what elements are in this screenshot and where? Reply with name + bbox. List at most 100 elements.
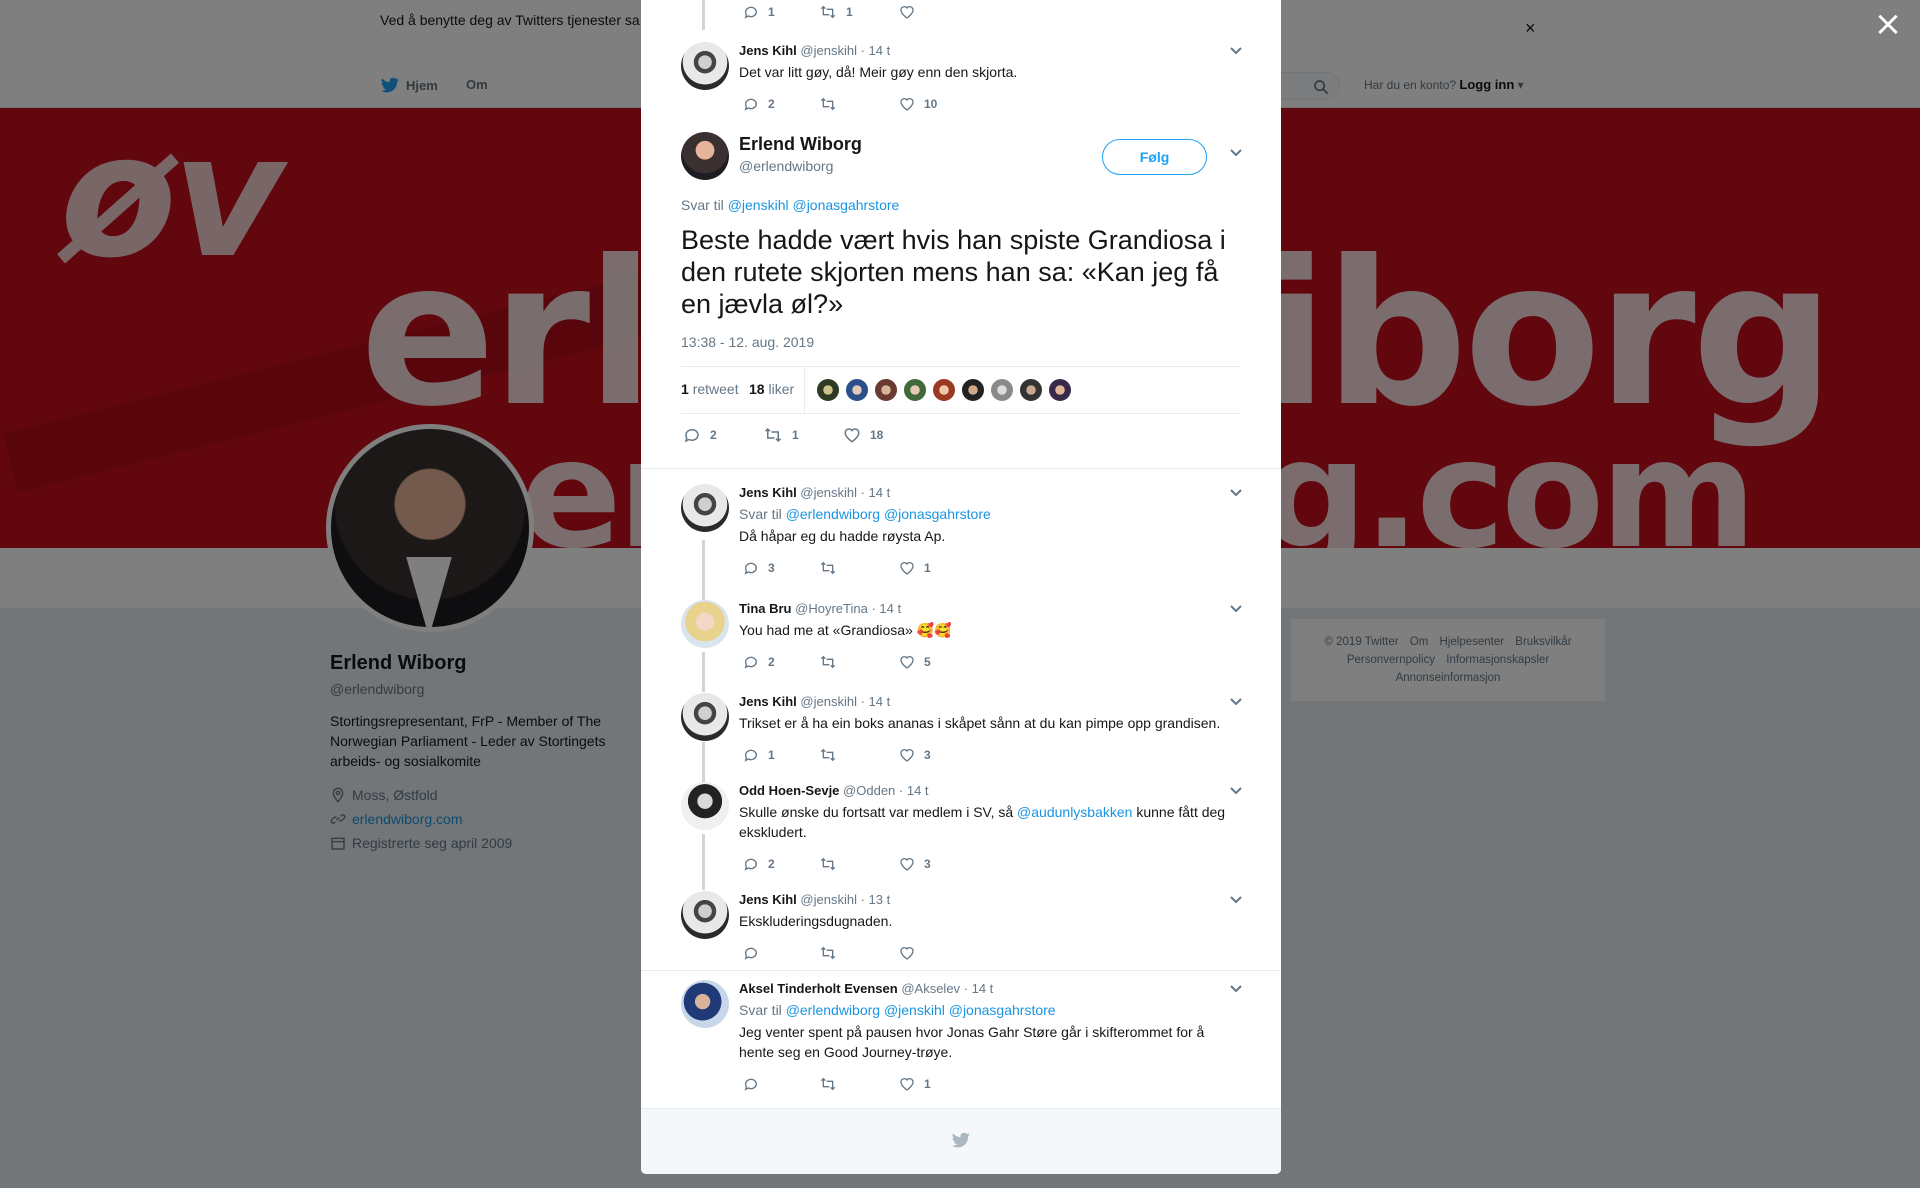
like-button[interactable]: 1 bbox=[899, 1076, 931, 1092]
like-button[interactable]: 5 bbox=[899, 654, 931, 670]
tweet-time[interactable]: · 14 t bbox=[871, 601, 901, 616]
retweet-icon bbox=[820, 97, 836, 111]
reply-to-label: Svar til bbox=[681, 197, 724, 213]
retweet-icon bbox=[820, 857, 836, 871]
liker-avatar[interactable] bbox=[932, 378, 956, 402]
chevron-down-icon[interactable] bbox=[1229, 604, 1243, 614]
like-button[interactable] bbox=[899, 4, 924, 20]
like-button[interactable]: 1 bbox=[899, 560, 931, 576]
heart-icon bbox=[900, 656, 914, 669]
like-button[interactable] bbox=[899, 945, 924, 961]
reply-count: 3 bbox=[768, 561, 775, 575]
reply-button[interactable]: 3 bbox=[743, 560, 775, 576]
tweet-text: Det var litt gøy, då! Meir gøy enn den s… bbox=[739, 64, 1018, 80]
tweet-time[interactable]: · 14 t bbox=[899, 783, 929, 798]
reply-to-mentions[interactable]: @erlendwiborg @jenskihl @jonasgahrstore bbox=[786, 1002, 1056, 1018]
main-tweet-author-name[interactable]: Erlend Wiborg bbox=[739, 134, 862, 155]
retweet-stat-count: 1 bbox=[681, 381, 689, 397]
avatar[interactable] bbox=[681, 42, 729, 90]
chevron-down-icon[interactable] bbox=[1229, 148, 1243, 158]
reply-button[interactable]: 1 bbox=[743, 747, 775, 763]
reply-icon bbox=[684, 428, 699, 443]
heart-icon bbox=[900, 1078, 914, 1091]
retweet-button[interactable] bbox=[819, 856, 846, 872]
chevron-down-icon[interactable] bbox=[1229, 895, 1243, 905]
chevron-down-icon[interactable] bbox=[1229, 46, 1243, 56]
avatar[interactable] bbox=[681, 782, 729, 830]
reply-button[interactable]: 2 bbox=[743, 654, 775, 670]
reply-button[interactable]: 1 bbox=[743, 4, 775, 20]
thread-line bbox=[702, 742, 705, 782]
reply-button[interactable] bbox=[743, 945, 768, 961]
avatar[interactable] bbox=[681, 980, 729, 1028]
retweet-button[interactable] bbox=[819, 1076, 846, 1092]
follow-button[interactable]: Følg bbox=[1102, 139, 1207, 175]
like-button[interactable]: 10 bbox=[899, 96, 937, 112]
chevron-down-icon[interactable] bbox=[1229, 786, 1243, 796]
tweet-author-name[interactable]: Jens Kihl bbox=[739, 892, 797, 907]
modal-footer bbox=[641, 1108, 1281, 1174]
reply-to-mentions[interactable]: @jenskihl @jonasgahrstore bbox=[728, 197, 900, 213]
tweet-author-name[interactable]: Aksel Tinderholt Evensen bbox=[739, 981, 898, 996]
avatar[interactable] bbox=[681, 132, 729, 180]
retweet-button[interactable] bbox=[819, 654, 846, 670]
tweet-time[interactable]: · 14 t bbox=[861, 43, 891, 58]
liker-avatar[interactable] bbox=[990, 378, 1014, 402]
liker-avatar[interactable] bbox=[816, 378, 840, 402]
tweet-text: Då håpar eg du hadde røysta Ap. bbox=[739, 528, 946, 544]
liker-avatar[interactable] bbox=[961, 378, 985, 402]
retweet-button[interactable]: 1 bbox=[819, 4, 853, 20]
liker-avatar[interactable] bbox=[903, 378, 927, 402]
retweet-button[interactable]: 1 bbox=[763, 426, 799, 444]
chevron-down-icon[interactable] bbox=[1229, 984, 1243, 994]
tweet-author-name[interactable]: Jens Kihl bbox=[739, 43, 797, 58]
thread-line bbox=[702, 0, 705, 30]
tweet-time[interactable]: · 14 t bbox=[861, 485, 891, 500]
like-button[interactable]: 3 bbox=[899, 747, 931, 763]
tweet-author-name[interactable]: Jens Kihl bbox=[739, 485, 797, 500]
reply-to-label: Svar til bbox=[739, 506, 782, 522]
tweet-author-handle: @jenskihl bbox=[800, 892, 857, 907]
reply-icon bbox=[744, 562, 757, 575]
tweet-time[interactable]: · 14 t bbox=[861, 694, 891, 709]
like-stat[interactable]: 18 liker bbox=[749, 381, 794, 397]
tweet-modal: 1 1 Jens Kihl @jenskihl · 14 t Det var l… bbox=[641, 0, 1281, 1174]
tweet-actions: 2 10 bbox=[739, 96, 1239, 114]
reply-button[interactable]: 2 bbox=[683, 426, 717, 444]
divider bbox=[641, 468, 1281, 469]
tweet-time[interactable]: · 13 t bbox=[861, 892, 891, 907]
tweet-time[interactable]: · 14 t bbox=[964, 981, 994, 996]
retweet-button[interactable] bbox=[819, 945, 846, 961]
tweet-author-name[interactable]: Tina Bru bbox=[739, 601, 792, 616]
retweet-button[interactable] bbox=[819, 747, 846, 763]
retweet-button[interactable] bbox=[819, 96, 846, 112]
chevron-down-icon[interactable] bbox=[1229, 488, 1243, 498]
liker-avatar[interactable] bbox=[874, 378, 898, 402]
reply-button[interactable]: 2 bbox=[743, 856, 775, 872]
liker-avatar[interactable] bbox=[1019, 378, 1043, 402]
tweet-actions: 2 5 bbox=[739, 654, 1239, 672]
avatar[interactable] bbox=[681, 600, 729, 648]
tweet-author-name[interactable]: Odd Hoen-Sevje bbox=[739, 783, 839, 798]
chevron-down-icon[interactable] bbox=[1229, 697, 1243, 707]
avatar[interactable] bbox=[681, 484, 729, 532]
reply-button[interactable] bbox=[743, 1076, 768, 1092]
liker-avatar[interactable] bbox=[845, 378, 869, 402]
close-modal-button[interactable]: × bbox=[1872, 7, 1904, 41]
tweet-author-name[interactable]: Jens Kihl bbox=[739, 694, 797, 709]
main-tweet-timestamp[interactable]: 13:38 - 12. aug. 2019 bbox=[681, 334, 814, 350]
tweet-mention[interactable]: @audunlysbakken bbox=[1017, 804, 1132, 820]
liker-avatar[interactable] bbox=[1048, 378, 1072, 402]
avatar[interactable] bbox=[681, 693, 729, 741]
divider bbox=[641, 970, 1281, 971]
thread-line bbox=[702, 540, 705, 600]
like-button[interactable]: 3 bbox=[899, 856, 931, 872]
retweet-stat[interactable]: 1 retweet bbox=[681, 381, 739, 397]
reply-button[interactable]: 2 bbox=[743, 96, 775, 112]
reply-icon bbox=[744, 98, 757, 111]
retweet-button[interactable] bbox=[819, 560, 846, 576]
like-button[interactable]: 18 bbox=[843, 426, 883, 444]
main-tweet-author-handle: @erlendwiborg bbox=[739, 158, 834, 174]
reply-to-mentions[interactable]: @erlendwiborg @jonasgahrstore bbox=[786, 506, 991, 522]
avatar[interactable] bbox=[681, 891, 729, 939]
